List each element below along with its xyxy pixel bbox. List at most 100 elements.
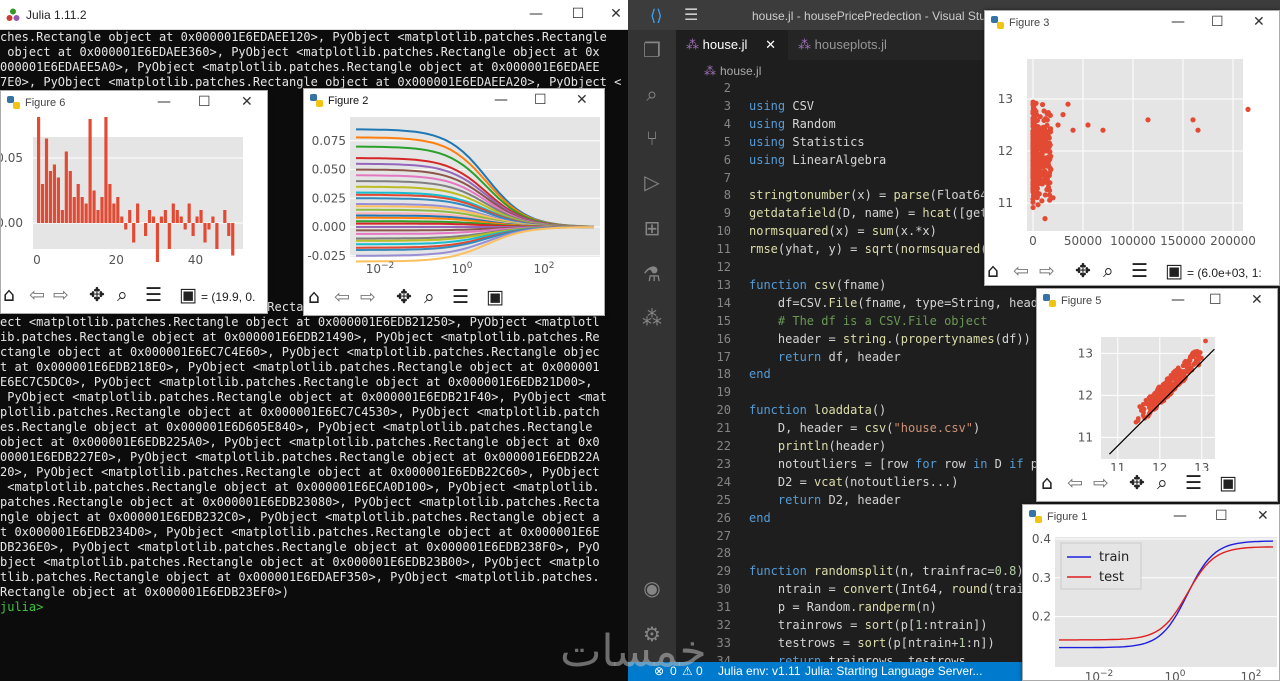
figure-6-window[interactable]: Figure 6 — ☐ ✕ 0.05 0.00 0 20 40 ⌂ ⇦ ⇨ ✥ ⌕ ☰… — [0, 90, 268, 314]
pan-icon[interactable]: ✥ — [1129, 472, 1145, 494]
home-icon[interactable]: ⌂ — [3, 284, 15, 306]
back-arrow-icon[interactable]: ⇦ — [1067, 472, 1083, 494]
maximize-icon[interactable]: ☐ — [198, 94, 211, 110]
zoom-icon[interactable]: ⌕ — [424, 286, 435, 308]
code-line[interactable]: ntrain = convert(Int64, round(trai — [749, 581, 1024, 599]
figure-5-window[interactable]: Figure 5 — ☐ ✕ 13 12 11 11 12 13 ⌂ ⇦ ⇨ ✥ ⌕ ☰ … — [1036, 288, 1278, 502]
save-icon[interactable]: ▣ — [179, 284, 197, 306]
code-line[interactable]: testrows = sort(p[ntrain+1:n]) — [749, 635, 995, 653]
pan-icon[interactable]: ✥ — [1075, 260, 1091, 282]
minimize-icon[interactable]: — — [1173, 508, 1187, 524]
figure-titlebar[interactable]: Figure 2 — ☐ ✕ — [304, 89, 604, 115]
home-icon[interactable]: ⌂ — [308, 286, 320, 308]
figure-titlebar[interactable]: Figure 5 — ☐ ✕ — [1037, 289, 1277, 315]
code-line[interactable]: function randomsplit(n, trainfrac=0.8) — [749, 563, 1024, 581]
language-server-status[interactable]: Julia: Starting Language Server... — [805, 664, 982, 678]
forward-arrow-icon[interactable]: ⇨ — [1093, 472, 1109, 494]
maximize-icon[interactable]: ☐ — [534, 92, 547, 108]
code-line[interactable]: df=CSV.File(fname, type=String, head — [749, 295, 1038, 313]
accounts-icon[interactable]: ◉ — [640, 576, 664, 600]
back-arrow-icon[interactable]: ⇦ — [334, 286, 350, 308]
close-icon[interactable]: ✕ — [1257, 508, 1269, 524]
maximize-icon[interactable]: ☐ — [1215, 508, 1228, 524]
code-line[interactable]: function csv(fname) — [749, 277, 886, 295]
maximize-icon[interactable]: ☐ — [1211, 14, 1224, 30]
maximize-icon[interactable]: ☐ — [1209, 292, 1222, 308]
figure-3-window[interactable]: Figure 3 — ☐ ✕ 13 12 11 0 50000 100000 150000 2… — [984, 10, 1280, 286]
save-icon[interactable]: ▣ — [1219, 472, 1237, 494]
figure-titlebar[interactable]: Figure 3 — ☐ ✕ — [985, 11, 1279, 37]
julia-env-status[interactable]: Julia env: v1.11 — [718, 664, 801, 678]
home-icon[interactable]: ⌂ — [987, 260, 999, 282]
testing-icon[interactable]: ⚗ — [640, 262, 664, 286]
minimize-icon[interactable]: — — [1171, 14, 1185, 30]
code-line[interactable]: normsquared(x) = sum(x.*x) — [749, 223, 937, 241]
extensions-icon[interactable]: ⊞ — [640, 216, 664, 240]
code-line[interactable]: end — [749, 366, 771, 384]
pan-icon[interactable]: ✥ — [396, 286, 412, 308]
code-line[interactable]: using Random — [749, 116, 836, 134]
code-line[interactable]: function loaddata() — [749, 402, 886, 420]
source-control-icon[interactable]: ⑂ — [640, 126, 664, 150]
configure-icon[interactable]: ☰ — [452, 286, 469, 308]
minimize-icon[interactable]: — — [526, 6, 546, 22]
zoom-icon[interactable]: ⌕ — [117, 284, 128, 306]
search-icon[interactable]: ⌕ — [640, 82, 664, 106]
code-line[interactable]: # The df is a CSV.File object — [749, 313, 988, 331]
minimize-icon[interactable]: — — [494, 92, 508, 108]
code-line[interactable]: header = string.(propertynames(df)) — [749, 331, 1031, 349]
home-icon[interactable]: ⌂ — [1041, 472, 1053, 494]
code-line[interactable]: rmse(yhat, y) = sqrt(normsquared( — [749, 241, 987, 259]
julia-icon[interactable]: ⁂ — [640, 306, 664, 330]
tab-house-jl[interactable]: ⁂ house.jl ✕ — [676, 30, 788, 60]
menu-icon[interactable]: ☰ — [684, 5, 698, 24]
forward-arrow-icon[interactable]: ⇨ — [360, 286, 376, 308]
code-line[interactable]: using CSV — [749, 98, 814, 116]
forward-arrow-icon[interactable]: ⇨ — [53, 284, 69, 306]
close-icon[interactable]: ✕ — [1253, 14, 1265, 30]
julia-prompt[interactable]: julia> — [0, 600, 628, 615]
maximize-icon[interactable]: ☐ — [568, 6, 588, 22]
close-icon[interactable]: ✕ — [241, 94, 253, 110]
configure-icon[interactable]: ☰ — [1131, 260, 1148, 282]
back-arrow-icon[interactable]: ⇦ — [29, 284, 45, 306]
code-line[interactable]: println(header) — [749, 438, 886, 456]
minimize-icon[interactable]: — — [157, 94, 171, 110]
forward-arrow-icon[interactable]: ⇨ — [1039, 260, 1055, 282]
code-line[interactable]: stringtonumber(x) = parse(Float64 — [749, 187, 987, 205]
close-icon[interactable]: ✕ — [576, 92, 588, 108]
zoom-icon[interactable]: ⌕ — [1157, 472, 1168, 494]
configure-icon[interactable]: ☰ — [145, 284, 162, 306]
figure-titlebar[interactable]: Figure 1 — ☐ ✕ — [1023, 505, 1279, 531]
figure-2-window[interactable]: Figure 2 — ☐ ✕ 0.075 0.050 0.025 0.000 -0.02… — [303, 88, 605, 316]
code-line[interactable]: return df, header — [749, 349, 901, 367]
code-line[interactable]: getdatafield(D, name) = hcat([get — [749, 205, 987, 223]
legend-label: train — [1099, 550, 1129, 565]
code-line[interactable]: D2 = vcat(notoutliers...) — [749, 474, 959, 492]
code-line[interactable]: using LinearAlgebra — [749, 152, 886, 170]
tab-houseplots-jl[interactable]: ⁂ houseplots.jl — [788, 30, 918, 60]
save-icon[interactable]: ▣ — [486, 286, 504, 308]
code-line[interactable]: notoutliers = [row for row in D if p — [749, 456, 1038, 474]
explorer-icon[interactable]: ❐ — [640, 38, 664, 62]
close-icon[interactable]: ✕ — [606, 6, 626, 22]
back-arrow-icon[interactable]: ⇦ — [1013, 260, 1029, 282]
code-line[interactable]: using Statistics — [749, 134, 865, 152]
zoom-icon[interactable]: ⌕ — [1103, 260, 1114, 282]
pan-icon[interactable]: ✥ — [89, 284, 105, 306]
save-icon[interactable]: ▣ — [1165, 260, 1183, 282]
breadcrumb-file[interactable]: house.jl — [720, 64, 761, 78]
close-icon[interactable]: ✕ — [1251, 292, 1263, 308]
figure-1-window[interactable]: Figure 1 — ☐ ✕ 0.4 0.3 0.2 train test 10−2 100… — [1022, 504, 1280, 681]
configure-icon[interactable]: ☰ — [1185, 472, 1202, 494]
terminal-titlebar[interactable]: Julia 1.11.2 — ☐ ✕ — [0, 0, 628, 30]
code-line[interactable]: end — [749, 510, 771, 528]
minimize-icon[interactable]: — — [1171, 292, 1185, 308]
code-line[interactable]: trainrows = sort(p[1:ntrain]) — [749, 617, 988, 635]
figure-titlebar[interactable]: Figure 6 — ☐ ✕ — [1, 91, 267, 117]
code-line[interactable]: D, header = csv("house.csv") — [749, 420, 980, 438]
close-icon[interactable]: ✕ — [765, 38, 776, 53]
code-line[interactable]: return D2, header — [749, 492, 901, 510]
run-debug-icon[interactable]: ▷ — [640, 170, 664, 194]
code-line[interactable]: p = Random.randperm(n) — [749, 599, 937, 617]
